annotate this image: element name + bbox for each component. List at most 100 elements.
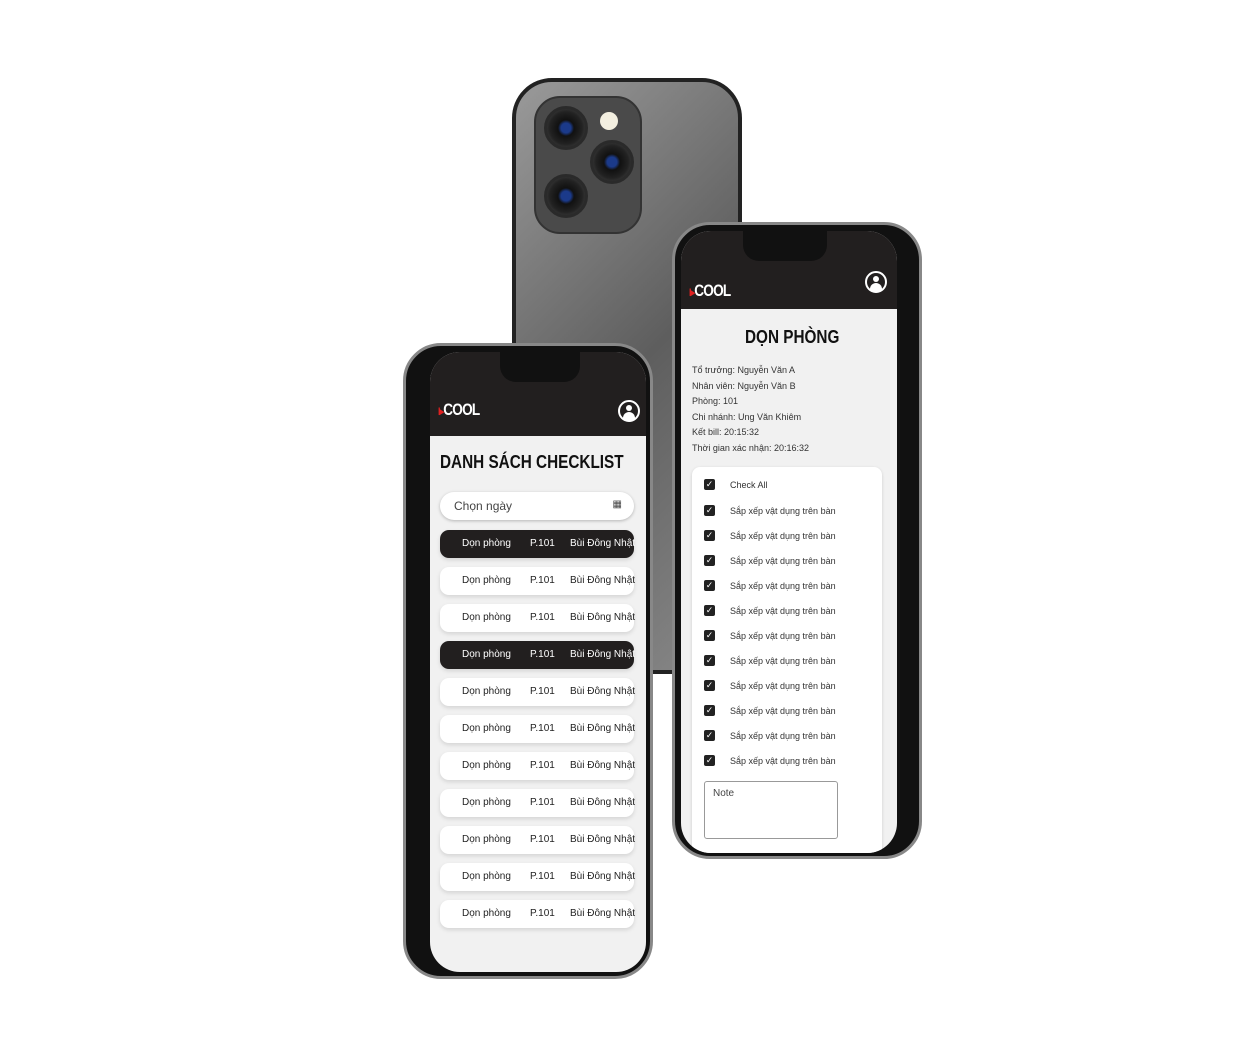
item-checkbox[interactable]: ✓ bbox=[704, 605, 715, 616]
row-staff: Bùi Đông Nhật bbox=[570, 797, 636, 808]
checklist-row[interactable]: Dọn phòng P.101 Bùi Đông Nhật bbox=[440, 863, 636, 891]
check-all-label: Check All bbox=[730, 480, 768, 490]
camera-lens-icon bbox=[590, 140, 634, 184]
checklist-row[interactable]: Dọn phòng P.101 Bùi Đông Nhật bbox=[440, 752, 636, 780]
item-label: Sắp xếp vật dụng trên bàn bbox=[730, 731, 836, 741]
row-staff: Bùi Đông Nhật bbox=[570, 612, 636, 623]
detail-screen: I▸COOL DỌN PHÒNG Tổ trưởng: Nguyễn Văn A… bbox=[681, 231, 897, 853]
user-icon[interactable] bbox=[865, 271, 887, 293]
item-checkbox[interactable]: ✓ bbox=[704, 630, 715, 641]
row-room: P.101 bbox=[530, 723, 555, 734]
info-line: Chi nhánh: Ung Văn Khiêm bbox=[692, 411, 802, 422]
checklist-card: ✓ Check All ✓ Sắp xếp vật dụng trên bàn ✓ S… bbox=[692, 467, 882, 853]
date-placeholder: Chọn ngày bbox=[454, 499, 513, 513]
row-staff: Bùi Đông Nhật bbox=[570, 575, 636, 586]
row-task: Dọn phòng bbox=[462, 760, 511, 771]
row-task: Dọn phòng bbox=[462, 538, 511, 549]
phone-checklist: I▸COOL DANH SÁCH CHECKLIST Chọn ngày ▦ D… bbox=[403, 343, 653, 979]
row-room: P.101 bbox=[530, 649, 555, 660]
item-checkbox[interactable]: ✓ bbox=[704, 730, 715, 741]
info-line: Phòng: 101 bbox=[692, 396, 739, 406]
check-all-checkbox[interactable]: ✓ bbox=[704, 479, 715, 490]
item-checkbox[interactable]: ✓ bbox=[704, 755, 715, 766]
info-line: Thời gian xác nhận: 20:16:32 bbox=[692, 442, 809, 453]
item-label: Sắp xếp vật dụng trên bàn bbox=[730, 581, 836, 591]
checklist-row[interactable]: Dọn phòng P.101 Bùi Đông Nhật bbox=[440, 567, 636, 595]
checklist-row[interactable]: Dọn phòng P.101 Bùi Đông Nhật bbox=[440, 678, 636, 706]
row-staff: Bùi Đông Nhật bbox=[570, 871, 636, 882]
item-checkbox[interactable]: ✓ bbox=[704, 505, 715, 516]
checklist-screen: I▸COOL DANH SÁCH CHECKLIST Chọn ngày ▦ D… bbox=[430, 352, 646, 972]
item-label: Sắp xếp vật dụng trên bàn bbox=[730, 681, 836, 691]
row-staff: Bùi Đông Nhật bbox=[570, 686, 636, 697]
item-checkbox[interactable]: ✓ bbox=[704, 530, 715, 541]
row-room: P.101 bbox=[530, 538, 555, 549]
item-label: Sắp xếp vật dụng trên bàn bbox=[730, 556, 836, 566]
row-task: Dọn phòng bbox=[462, 686, 511, 697]
row-task: Dọn phòng bbox=[462, 612, 511, 623]
logo: I▸COOL bbox=[689, 281, 731, 300]
row-staff: Bùi Đông Nhật bbox=[570, 649, 636, 660]
note-placeholder: Note bbox=[713, 788, 735, 799]
item-checkbox[interactable]: ✓ bbox=[704, 705, 715, 716]
item-checkbox[interactable]: ✓ bbox=[704, 555, 715, 566]
app-header: I▸COOL bbox=[430, 352, 646, 436]
page-title: DỌN PHÒNG bbox=[745, 327, 840, 347]
info-block: Tổ trưởng: Nguyễn Văn A Nhân viên: Nguyễn… bbox=[692, 363, 809, 456]
camera-module bbox=[534, 96, 642, 234]
notch bbox=[743, 231, 827, 261]
checklist-row[interactable]: Dọn phòng P.101 Bùi Đông Nhật bbox=[440, 900, 636, 928]
row-task: Dọn phòng bbox=[462, 908, 511, 919]
info-line: Nhân viên: Nguyễn Văn B bbox=[692, 380, 796, 391]
camera-lens-icon bbox=[544, 174, 588, 218]
row-staff: Bùi Đông Nhật bbox=[570, 908, 636, 919]
item-label: Sắp xếp vật dụng trên bàn bbox=[730, 656, 836, 666]
checklist-row[interactable]: Dọn phòng P.101 Bùi Đông Nhật bbox=[440, 641, 636, 669]
item-label: Sắp xếp vật dụng trên bàn bbox=[730, 756, 836, 766]
item-checkbox[interactable]: ✓ bbox=[704, 680, 715, 691]
page-title: DANH SÁCH CHECKLIST bbox=[440, 452, 624, 472]
checklist-row[interactable]: Dọn phòng P.101 Bùi Đông Nhật bbox=[440, 826, 636, 854]
row-task: Dọn phòng bbox=[462, 834, 511, 845]
row-task: Dọn phòng bbox=[462, 723, 511, 734]
row-room: P.101 bbox=[530, 575, 555, 586]
row-room: P.101 bbox=[530, 908, 555, 919]
item-label: Sắp xếp vật dụng trên bàn bbox=[730, 606, 836, 616]
info-line: Kết bill: 20:15:32 bbox=[692, 427, 760, 437]
item-checkbox[interactable]: ✓ bbox=[704, 580, 715, 591]
row-room: P.101 bbox=[530, 760, 555, 771]
checklist-row[interactable]: Dọn phòng P.101 Bùi Đông Nhật bbox=[440, 715, 636, 743]
info-line: Tổ trưởng: Nguyễn Văn A bbox=[692, 365, 795, 375]
row-staff: Bùi Đông Nhật bbox=[570, 538, 636, 549]
row-task: Dọn phòng bbox=[462, 871, 511, 882]
row-room: P.101 bbox=[530, 612, 555, 623]
row-room: P.101 bbox=[530, 871, 555, 882]
item-checkbox[interactable]: ✓ bbox=[704, 655, 715, 666]
calendar-icon: ▦ bbox=[612, 499, 622, 510]
row-staff: Bùi Đông Nhật bbox=[570, 834, 636, 845]
note-input[interactable]: Note bbox=[704, 781, 838, 839]
camera-lens-icon bbox=[544, 106, 588, 150]
row-room: P.101 bbox=[530, 797, 555, 808]
phone-detail: I▸COOL DỌN PHÒNG Tổ trưởng: Nguyễn Văn A… bbox=[672, 222, 922, 859]
checklist-row[interactable]: Dọn phòng P.101 Bùi Đông Nhật bbox=[440, 604, 636, 632]
item-label: Sắp xếp vật dụng trên bàn bbox=[730, 631, 836, 641]
item-label: Sắp xếp vật dụng trên bàn bbox=[730, 506, 836, 516]
date-picker[interactable]: Chọn ngày ▦ bbox=[440, 492, 634, 520]
item-label: Sắp xếp vật dụng trên bàn bbox=[730, 531, 836, 541]
row-room: P.101 bbox=[530, 686, 555, 697]
checklist-row[interactable]: Dọn phòng P.101 Bùi Đông Nhật bbox=[440, 789, 636, 817]
row-staff: Bùi Đông Nhật bbox=[570, 723, 636, 734]
user-icon[interactable] bbox=[618, 400, 640, 422]
row-task: Dọn phòng bbox=[462, 649, 511, 660]
checklist-row[interactable]: Dọn phòng P.101 Bùi Đông Nhật bbox=[440, 530, 636, 558]
row-room: P.101 bbox=[530, 834, 555, 845]
notch bbox=[500, 352, 580, 382]
logo: I▸COOL bbox=[438, 400, 480, 419]
row-task: Dọn phòng bbox=[462, 797, 511, 808]
row-staff: Bùi Đông Nhật bbox=[570, 760, 636, 771]
app-header: I▸COOL bbox=[681, 231, 897, 309]
item-label: Sắp xếp vật dụng trên bàn bbox=[730, 706, 836, 716]
flash-icon bbox=[600, 112, 618, 130]
row-task: Dọn phòng bbox=[462, 575, 511, 586]
